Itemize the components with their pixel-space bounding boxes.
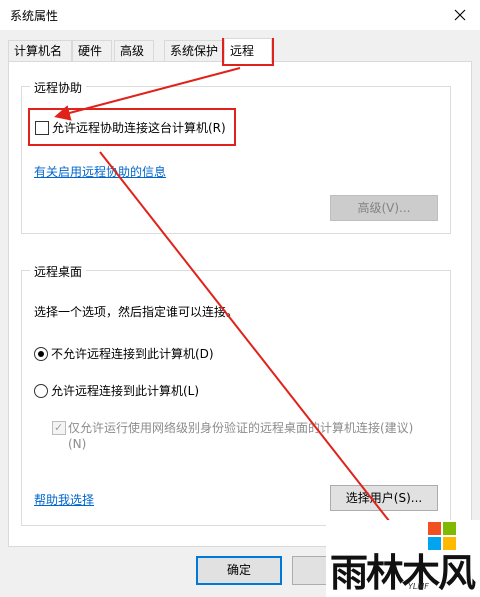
group-label: 远程桌面: [30, 263, 87, 280]
allow-remote-assistance-checkbox[interactable]: [35, 121, 49, 135]
select-users-button[interactable]: 选择用户(S)...: [330, 485, 438, 511]
tab-label: 硬件: [78, 44, 103, 58]
logo-text: 雨林木风: [330, 551, 476, 595]
check-icon: ✓: [54, 421, 64, 434]
remote-assistance-info-link[interactable]: 有关启用远程协助的信息: [34, 163, 166, 180]
nla-label: 仅允许运行使用网络级别身份验证的远程桌面的计算机连接(建议): [68, 421, 414, 435]
tab-system-protection[interactable]: 系统保护: [164, 40, 228, 61]
radio-selected-dot: [38, 351, 44, 357]
tab-label: 系统保护: [170, 44, 219, 58]
tab-remote[interactable]: 远程: [224, 38, 272, 63]
allow-remote-radio[interactable]: [34, 384, 48, 398]
allow-remote-label[interactable]: 允许远程连接到此计算机(L): [51, 382, 199, 399]
advanced-button[interactable]: 高级(V)...: [330, 195, 438, 221]
remote-desktop-group: 远程桌面 选择一个选项，然后指定谁可以连接。 不允许远程连接到此计算机(D) 允…: [21, 263, 451, 526]
tab-computer-name[interactable]: 计算机名: [8, 40, 72, 61]
close-button[interactable]: [440, 0, 480, 30]
tab-label: 计算机名: [14, 44, 63, 58]
remote-desktop-instruction: 选择一个选项，然后指定谁可以连接。: [34, 305, 239, 319]
tab-panel-remote: 远程协助 允许远程协助连接这台计算机(R) 有关启用远程协助的信息 高级(V).…: [8, 61, 472, 547]
group-label: 远程协助: [30, 79, 87, 96]
nla-label-suffix: (N): [68, 437, 87, 451]
window-title: 系统属性: [10, 9, 59, 23]
ok-button[interactable]: 确定: [196, 556, 282, 585]
tab-label: 高级: [120, 44, 145, 58]
nla-checkbox[interactable]: ✓: [52, 421, 66, 435]
system-properties-window: 系统属性 计算机名 硬件 高级 系统保护 远程 远程协助 允许远程协助连接这台计…: [0, 0, 480, 597]
close-icon: [454, 9, 466, 21]
remote-assistance-group: 远程协助 允许远程协助连接这台计算机(R) 有关启用远程协助的信息 高级(V).…: [21, 79, 451, 234]
tab-hardware[interactable]: 硬件: [72, 40, 112, 61]
tab-advanced[interactable]: 高级: [114, 40, 154, 61]
logo-subtext: YLMF: [408, 582, 429, 591]
watermark-logo: 雨林木风 YLMF: [326, 520, 480, 597]
allow-remote-assistance-label[interactable]: 允许远程协助连接这台计算机(R): [52, 119, 226, 136]
title-bar: 系统属性: [0, 0, 480, 30]
disallow-remote-radio[interactable]: [34, 347, 48, 361]
disallow-remote-label[interactable]: 不允许远程连接到此计算机(D): [51, 345, 214, 362]
help-me-choose-link[interactable]: 帮助我选择: [34, 491, 94, 508]
tab-label: 远程: [230, 44, 255, 58]
